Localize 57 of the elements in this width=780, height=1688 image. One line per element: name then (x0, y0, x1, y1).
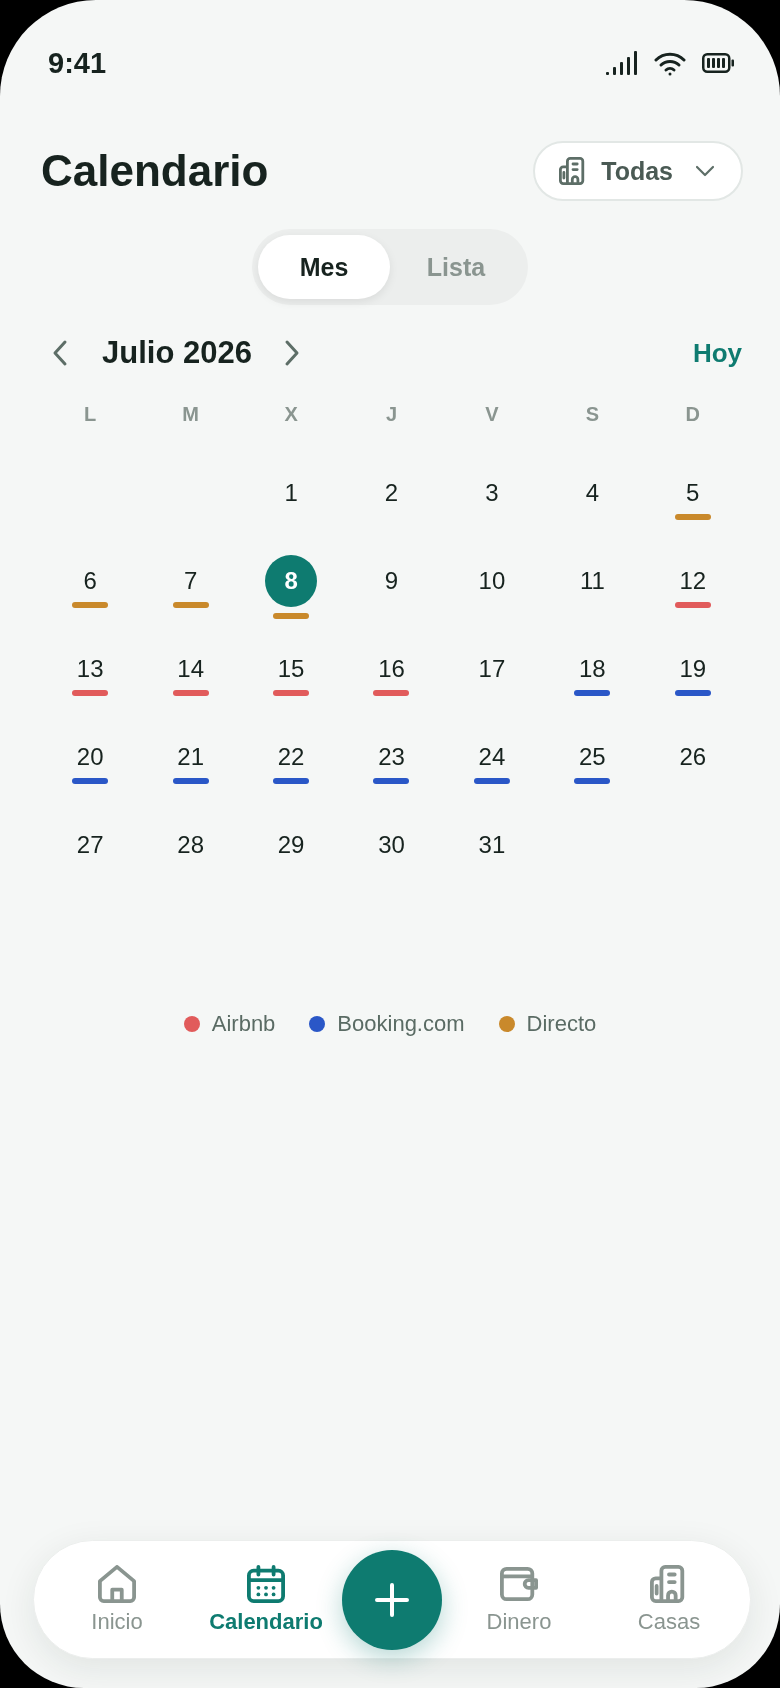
day-number[interactable]: 15 (277, 654, 305, 684)
day-number[interactable]: 30 (378, 830, 405, 860)
day-number[interactable]: 7 (183, 566, 198, 596)
day-number[interactable]: 19 (679, 654, 707, 684)
weekday-label: S (584, 402, 600, 427)
legend-label: Airbnb (211, 1011, 276, 1037)
day-number[interactable]: 21 (177, 742, 204, 772)
day-number[interactable]: 14 (177, 654, 204, 684)
day-number[interactable]: 20 (76, 742, 104, 772)
status-time: 9:41 (48, 46, 107, 80)
day-number[interactable]: 31 (478, 830, 506, 860)
view-tab[interactable]: Mes (258, 235, 390, 299)
today-link[interactable]: Hoy (692, 337, 742, 369)
weekday-label: D (684, 402, 701, 427)
day-number[interactable]: 24 (478, 742, 506, 772)
month-label: Julio 2026 (102, 335, 252, 371)
home-icon (98, 1564, 136, 1603)
day-number[interactable]: 16 (378, 654, 405, 684)
page-title: Calendario (41, 146, 269, 196)
day-number[interactable]: 29 (277, 830, 305, 860)
calendar-icon (247, 1564, 285, 1603)
property-filter-dropdown[interactable]: Todas (533, 141, 743, 201)
plus-icon (375, 1582, 409, 1617)
legend-label: Directo (526, 1011, 597, 1037)
day-number[interactable]: 27 (76, 830, 104, 860)
day-number[interactable]: 6 (83, 566, 97, 596)
day-number[interactable]: 17 (478, 654, 506, 684)
nav-tab[interactable]: Calendario (209, 1564, 323, 1635)
day-number[interactable]: 18 (579, 654, 606, 684)
chevron-down-icon (695, 165, 715, 177)
day-number[interactable]: 10 (478, 566, 506, 596)
day-number[interactable]: 3 (485, 478, 499, 508)
day-number[interactable]: 5 (686, 478, 700, 508)
weekday-label: J (384, 402, 399, 427)
day-number[interactable]: 28 (177, 830, 204, 860)
day-number[interactable]: 26 (679, 742, 707, 772)
weekday-label: X (283, 402, 299, 427)
day-number[interactable]: 8 (265, 555, 318, 607)
signal-icon (606, 51, 638, 75)
day-number[interactable]: 9 (384, 566, 399, 596)
day-number[interactable]: 4 (585, 478, 600, 508)
legend-label: Booking.com (337, 1011, 465, 1037)
day-number[interactable]: 2 (384, 478, 399, 508)
weekday-label: V (484, 402, 500, 427)
day-number[interactable]: 12 (679, 566, 707, 596)
battery-icon (702, 53, 734, 73)
day-number[interactable]: 13 (76, 654, 104, 684)
day-number[interactable]: 23 (378, 742, 405, 772)
day-number[interactable]: 1 (284, 478, 298, 508)
day-number[interactable]: 22 (277, 742, 305, 772)
weekday-label: M (181, 402, 200, 427)
wifi-icon (654, 50, 686, 76)
day-number[interactable]: 11 (579, 566, 605, 596)
wallet-icon (500, 1564, 538, 1603)
add-button[interactable] (342, 1549, 442, 1650)
day-number[interactable]: 25 (579, 742, 606, 772)
weekday-label: L (83, 402, 98, 427)
